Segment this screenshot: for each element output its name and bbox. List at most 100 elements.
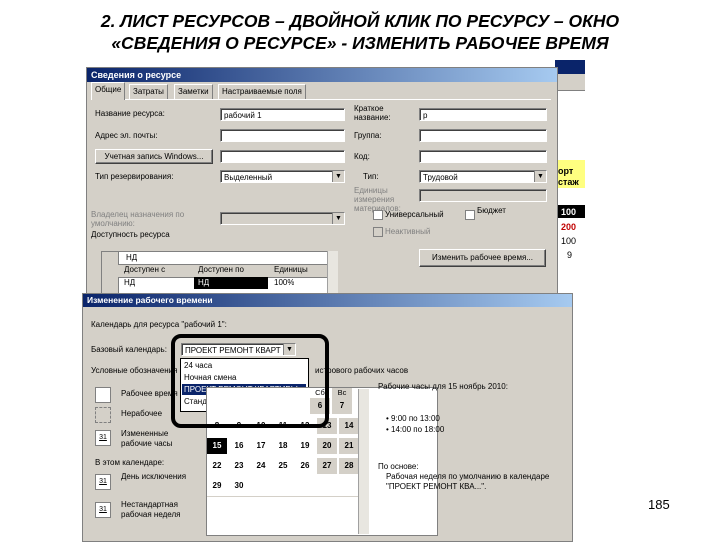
availability-label: Доступность ресурса: [91, 230, 170, 239]
type-value: Трудовой: [423, 173, 458, 182]
availability-cell[interactable]: НД: [198, 278, 209, 287]
availability-cell[interactable]: НД: [124, 278, 135, 287]
calendar-day[interactable]: 23: [229, 458, 249, 474]
budget-label: Бюджет: [477, 206, 506, 215]
resource-name-label: Название ресурса:: [95, 109, 165, 118]
owner-label: Владелец назначения по умолчанию:: [91, 210, 185, 228]
calendar-day[interactable]: 30: [229, 478, 249, 494]
working-hours-item: 14:00 по 18:00: [391, 425, 445, 434]
page-number: 185: [648, 497, 670, 512]
working-time-titlebar: Изменение рабочего времени: [83, 294, 572, 307]
budget-checkbox[interactable]: [465, 210, 475, 220]
sheet-cell: стаж: [558, 177, 579, 187]
code-field[interactable]: [419, 150, 547, 163]
calendar-day[interactable]: 29: [207, 478, 227, 494]
calendar-day[interactable]: 24: [251, 458, 271, 474]
availability-header: Единицы: [274, 265, 308, 274]
email-label: Адрес эл. почты:: [95, 131, 158, 140]
legend-changed-swatch: 31: [95, 430, 111, 446]
availability-first-row: НД: [126, 253, 138, 262]
inactive-label: Неактивный: [385, 227, 431, 236]
initials-field[interactable]: р: [419, 108, 547, 121]
group-field[interactable]: [419, 129, 547, 142]
sheet-cell: 100: [561, 207, 577, 217]
inactive-checkbox: [373, 227, 383, 237]
legend-nondefault-swatch: 31: [95, 502, 111, 518]
legend-changed-label: Измененные рабочие часы: [121, 429, 173, 448]
calendar-for-label: Календарь для ресурса "рабочий 1":: [91, 320, 227, 329]
booking-type-label: Тип резервирования:: [95, 172, 174, 181]
resource-info-dialog: Сведения о ресурсе Общие Затраты Заметки…: [86, 67, 558, 313]
calendar-day[interactable]: 20: [317, 438, 337, 454]
group-label: Группа:: [354, 131, 382, 140]
calendar-day[interactable]: 7: [332, 398, 352, 414]
calendar-day[interactable]: 25: [273, 458, 293, 474]
windows-account-field[interactable]: [220, 150, 345, 163]
owner-select: ▼: [220, 212, 345, 225]
type-select[interactable]: Трудовой ▼: [419, 170, 547, 183]
chevron-down-icon[interactable]: ▼: [332, 171, 344, 182]
tab-general[interactable]: Общие: [91, 82, 126, 100]
calendar-day[interactable]: 22: [207, 458, 227, 474]
tab-custom-fields[interactable]: Настраиваемые поля: [218, 84, 306, 99]
material-unit-label: Единицы измерения материалов:: [354, 186, 401, 213]
working-hours-title: Рабочие часы для 15 ноябрь 2010:: [378, 382, 508, 391]
calendar-scrollbar[interactable]: [358, 389, 369, 534]
calendar-day[interactable]: 27: [317, 458, 337, 474]
working-hours-bullet-2: • 14:00 по 18:00: [386, 425, 445, 434]
legend-title: Условные обозначения: [91, 366, 178, 375]
code-label: Код:: [354, 152, 370, 161]
legend-in-calendar-label: В этом календаре:: [95, 458, 165, 467]
windows-account-button[interactable]: Учетная запись Windows...: [95, 149, 213, 164]
working-hours-item: 9:00 по 13:00: [391, 414, 440, 423]
working-hours-bullet-1: • 9:00 по 13:00: [386, 414, 440, 423]
initials-label: Краткое название:: [354, 104, 391, 122]
base-calendar-label: Базовый календарь:: [91, 345, 167, 354]
legend-nondefault-label: Нестандартная рабочая неделя: [121, 500, 181, 519]
calendar-day[interactable]: 21: [339, 438, 359, 454]
calendar-day[interactable]: 16: [229, 438, 249, 454]
legend-exception-swatch: 31: [95, 474, 111, 490]
material-unit-field: [419, 189, 547, 202]
slide-title-line-1: 2. ЛИСТ РЕСУРСОВ – ДВОЙНОЙ КЛИК ПО РЕСУР…: [100, 11, 620, 31]
highlight-ring: [171, 334, 329, 428]
calendar-day[interactable]: 28: [339, 458, 359, 474]
slide-title: 2. ЛИСТ РЕСУРСОВ – ДВОЙНОЙ КЛИК ПО РЕСУР…: [20, 10, 700, 54]
legend-working-swatch: [95, 387, 111, 403]
availability-header: Доступен с: [124, 265, 166, 274]
legend-working-label: Рабочее время: [121, 389, 178, 398]
change-working-time-button[interactable]: Изменить рабочее время...: [419, 249, 546, 267]
based-on-text: Рабочая неделя по умолчанию в календаре …: [386, 472, 550, 491]
resource-dialog-titlebar: Сведения о ресурсе: [87, 68, 557, 82]
chevron-down-icon: ▼: [332, 213, 344, 224]
calendar-day[interactable]: 18: [273, 438, 293, 454]
slide-title-line-2: «СВЕДЕНИЯ О РЕСУРСЕ» - ИЗМЕНИТЬ РАБОЧЕЕ …: [111, 33, 609, 53]
calendar-day[interactable]: 26: [295, 458, 315, 474]
tab-costs[interactable]: Затраты: [129, 84, 168, 99]
calendar-header: Вс: [332, 388, 352, 398]
availability-cell[interactable]: 100%: [274, 278, 294, 287]
legend-nonworking-label: Нерабочее: [121, 409, 163, 418]
type-label: Тип:: [363, 172, 379, 181]
resource-name-field[interactable]: рабочий 1: [220, 108, 345, 121]
generic-label: Универсальный: [385, 210, 444, 219]
generic-checkbox[interactable]: [373, 210, 383, 220]
calendar-day[interactable]: 17: [251, 438, 271, 454]
based-on-title: По основе:: [378, 462, 419, 471]
sheet-cell: 100: [561, 236, 577, 246]
calendar-day-selected[interactable]: 15: [207, 438, 227, 454]
sheet-cell: 200: [561, 222, 577, 232]
sheet-cell: 9: [567, 250, 573, 260]
tab-notes[interactable]: Заметки: [174, 84, 213, 99]
calendar-day[interactable]: 19: [295, 438, 315, 454]
legend-exception-label: День исключения: [121, 472, 187, 481]
legend-nonworking-swatch: [95, 407, 111, 423]
calendar-day[interactable]: 14: [339, 418, 359, 434]
booking-type-select[interactable]: Выделенный ▼: [220, 170, 345, 183]
sheet-cell: орт: [558, 166, 574, 176]
chevron-down-icon[interactable]: ▼: [534, 171, 546, 182]
availability-header: Доступен по: [198, 265, 244, 274]
email-field[interactable]: [220, 129, 345, 142]
tab-divider: [91, 99, 551, 100]
booking-type-value: Выделенный: [224, 173, 273, 182]
